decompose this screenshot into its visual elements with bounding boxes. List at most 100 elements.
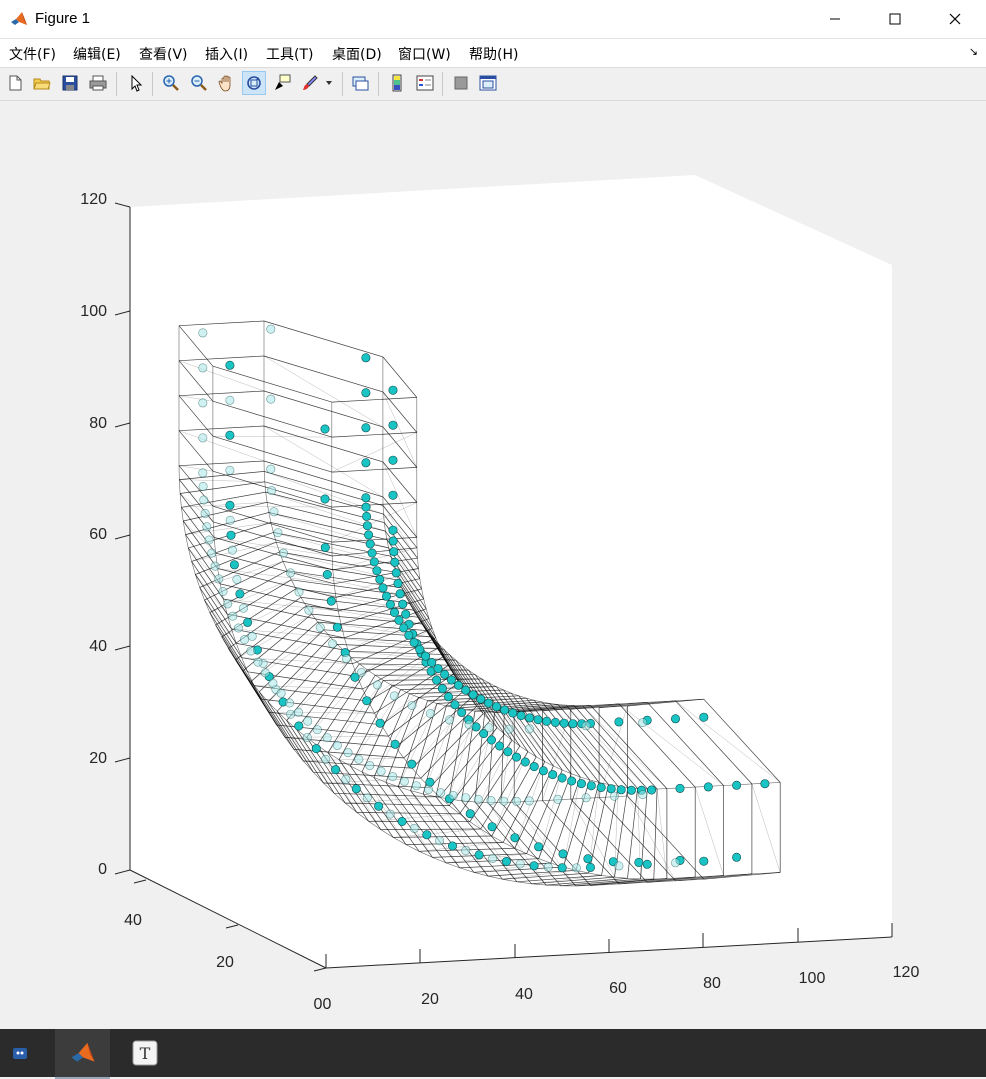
node-marker <box>558 864 566 872</box>
menu-file[interactable]: 文件(F) <box>9 44 56 64</box>
save-icon <box>61 74 79 92</box>
node-marker <box>390 548 398 556</box>
node-marker <box>269 679 277 687</box>
node-marker <box>516 860 524 868</box>
open-file-button[interactable] <box>30 71 54 95</box>
brush-button[interactable] <box>298 71 322 95</box>
show-plot-tools-button[interactable] <box>476 71 500 95</box>
node-marker <box>366 761 374 769</box>
node-marker <box>568 777 576 785</box>
node-marker <box>424 785 432 793</box>
figure-canvas[interactable]: 0 20 40 60 80 100 120 0 20 40 60 80 100 … <box>0 101 986 1029</box>
node-marker <box>551 718 559 726</box>
node-marker <box>226 501 234 509</box>
matlab-logo-icon <box>10 10 28 28</box>
pan-button[interactable] <box>215 71 239 95</box>
hide-plot-tools-button[interactable] <box>449 71 473 95</box>
node-marker <box>363 697 371 705</box>
node-marker <box>676 784 684 792</box>
taskbar-item[interactable] <box>0 1029 40 1077</box>
menu-tools[interactable]: 工具(T) <box>266 44 313 64</box>
edit-plot-icon <box>127 74 145 92</box>
new-figure-button[interactable] <box>3 71 27 95</box>
zoom-out-button[interactable] <box>187 71 211 95</box>
node-marker <box>399 600 407 608</box>
node-marker <box>366 540 374 548</box>
node-marker <box>239 604 247 612</box>
menu-help[interactable]: 帮助(H) <box>469 44 518 64</box>
close-icon <box>949 13 961 25</box>
taskbar-item-typora[interactable]: T <box>120 1029 170 1077</box>
node-marker <box>205 536 213 544</box>
data-cursor-icon <box>273 74 291 92</box>
insert-legend-button[interactable] <box>413 71 437 95</box>
node-marker <box>230 561 238 569</box>
typora-icon: T <box>131 1039 159 1067</box>
link-plot-button[interactable] <box>348 71 372 95</box>
node-marker <box>321 543 329 551</box>
node-marker <box>362 503 370 511</box>
node-marker <box>389 537 397 545</box>
menu-desktop[interactable]: 桌面(D) <box>332 44 382 64</box>
node-marker <box>587 782 595 790</box>
menu-window[interactable]: 窗口(W) <box>398 44 451 64</box>
node-marker <box>303 733 311 741</box>
insert-colorbar-button[interactable] <box>385 71 409 95</box>
node-marker <box>363 522 371 530</box>
node-marker <box>226 361 234 369</box>
node-marker <box>584 855 592 863</box>
node-marker <box>421 652 429 660</box>
show-plot-tools-icon <box>479 74 497 92</box>
x-tick-label: 40 <box>515 986 533 1003</box>
node-marker <box>435 837 443 845</box>
menu-insert[interactable]: 插入(I) <box>205 44 248 64</box>
edit-plot-button[interactable] <box>124 71 148 95</box>
rotate-3d-button[interactable] <box>242 71 266 95</box>
node-marker <box>344 748 352 756</box>
node-marker <box>410 824 418 832</box>
close-button[interactable] <box>932 0 978 38</box>
node-marker <box>362 424 370 432</box>
node-marker <box>247 647 255 655</box>
taskbar-item-matlab[interactable] <box>55 1029 110 1079</box>
menu-view[interactable]: 查看(V) <box>139 44 188 64</box>
minimize-button[interactable] <box>812 0 858 38</box>
node-marker <box>294 708 302 716</box>
node-marker <box>267 486 275 494</box>
node-marker <box>362 389 370 397</box>
data-cursor-button[interactable] <box>270 71 294 95</box>
node-marker <box>487 796 495 804</box>
node-marker <box>398 817 406 825</box>
node-marker <box>226 396 234 404</box>
node-marker <box>373 567 381 575</box>
node-marker <box>437 789 445 797</box>
node-marker <box>342 775 350 783</box>
node-marker <box>426 709 434 717</box>
node-marker <box>200 496 208 504</box>
axes-3d[interactable]: 0 20 40 60 80 100 120 0 20 40 60 80 100 … <box>0 101 986 1029</box>
zoom-in-button[interactable] <box>159 71 183 95</box>
node-marker <box>448 842 456 850</box>
dock-arrow-icon[interactable]: ↘ <box>969 45 978 58</box>
menu-edit[interactable]: 编辑(E) <box>73 44 121 64</box>
node-marker <box>248 632 256 640</box>
figure-toolbar <box>0 68 986 101</box>
node-marker <box>434 664 442 672</box>
node-marker <box>368 549 376 557</box>
node-marker <box>582 794 590 802</box>
save-button[interactable] <box>58 71 82 95</box>
matlab-icon <box>68 1040 98 1066</box>
z-tick-label: 20 <box>89 750 107 767</box>
node-marker <box>530 862 538 870</box>
print-button[interactable] <box>86 71 110 95</box>
node-marker <box>761 780 769 788</box>
node-marker <box>586 863 594 871</box>
brush-dropdown[interactable] <box>322 71 336 95</box>
z-tick-label: 60 <box>89 526 107 543</box>
node-marker <box>362 512 370 520</box>
maximize-button[interactable] <box>872 0 918 38</box>
node-marker <box>234 624 242 632</box>
x-tick-label: 60 <box>609 980 627 997</box>
node-marker <box>500 797 508 805</box>
z-tick-label: 80 <box>89 415 107 432</box>
